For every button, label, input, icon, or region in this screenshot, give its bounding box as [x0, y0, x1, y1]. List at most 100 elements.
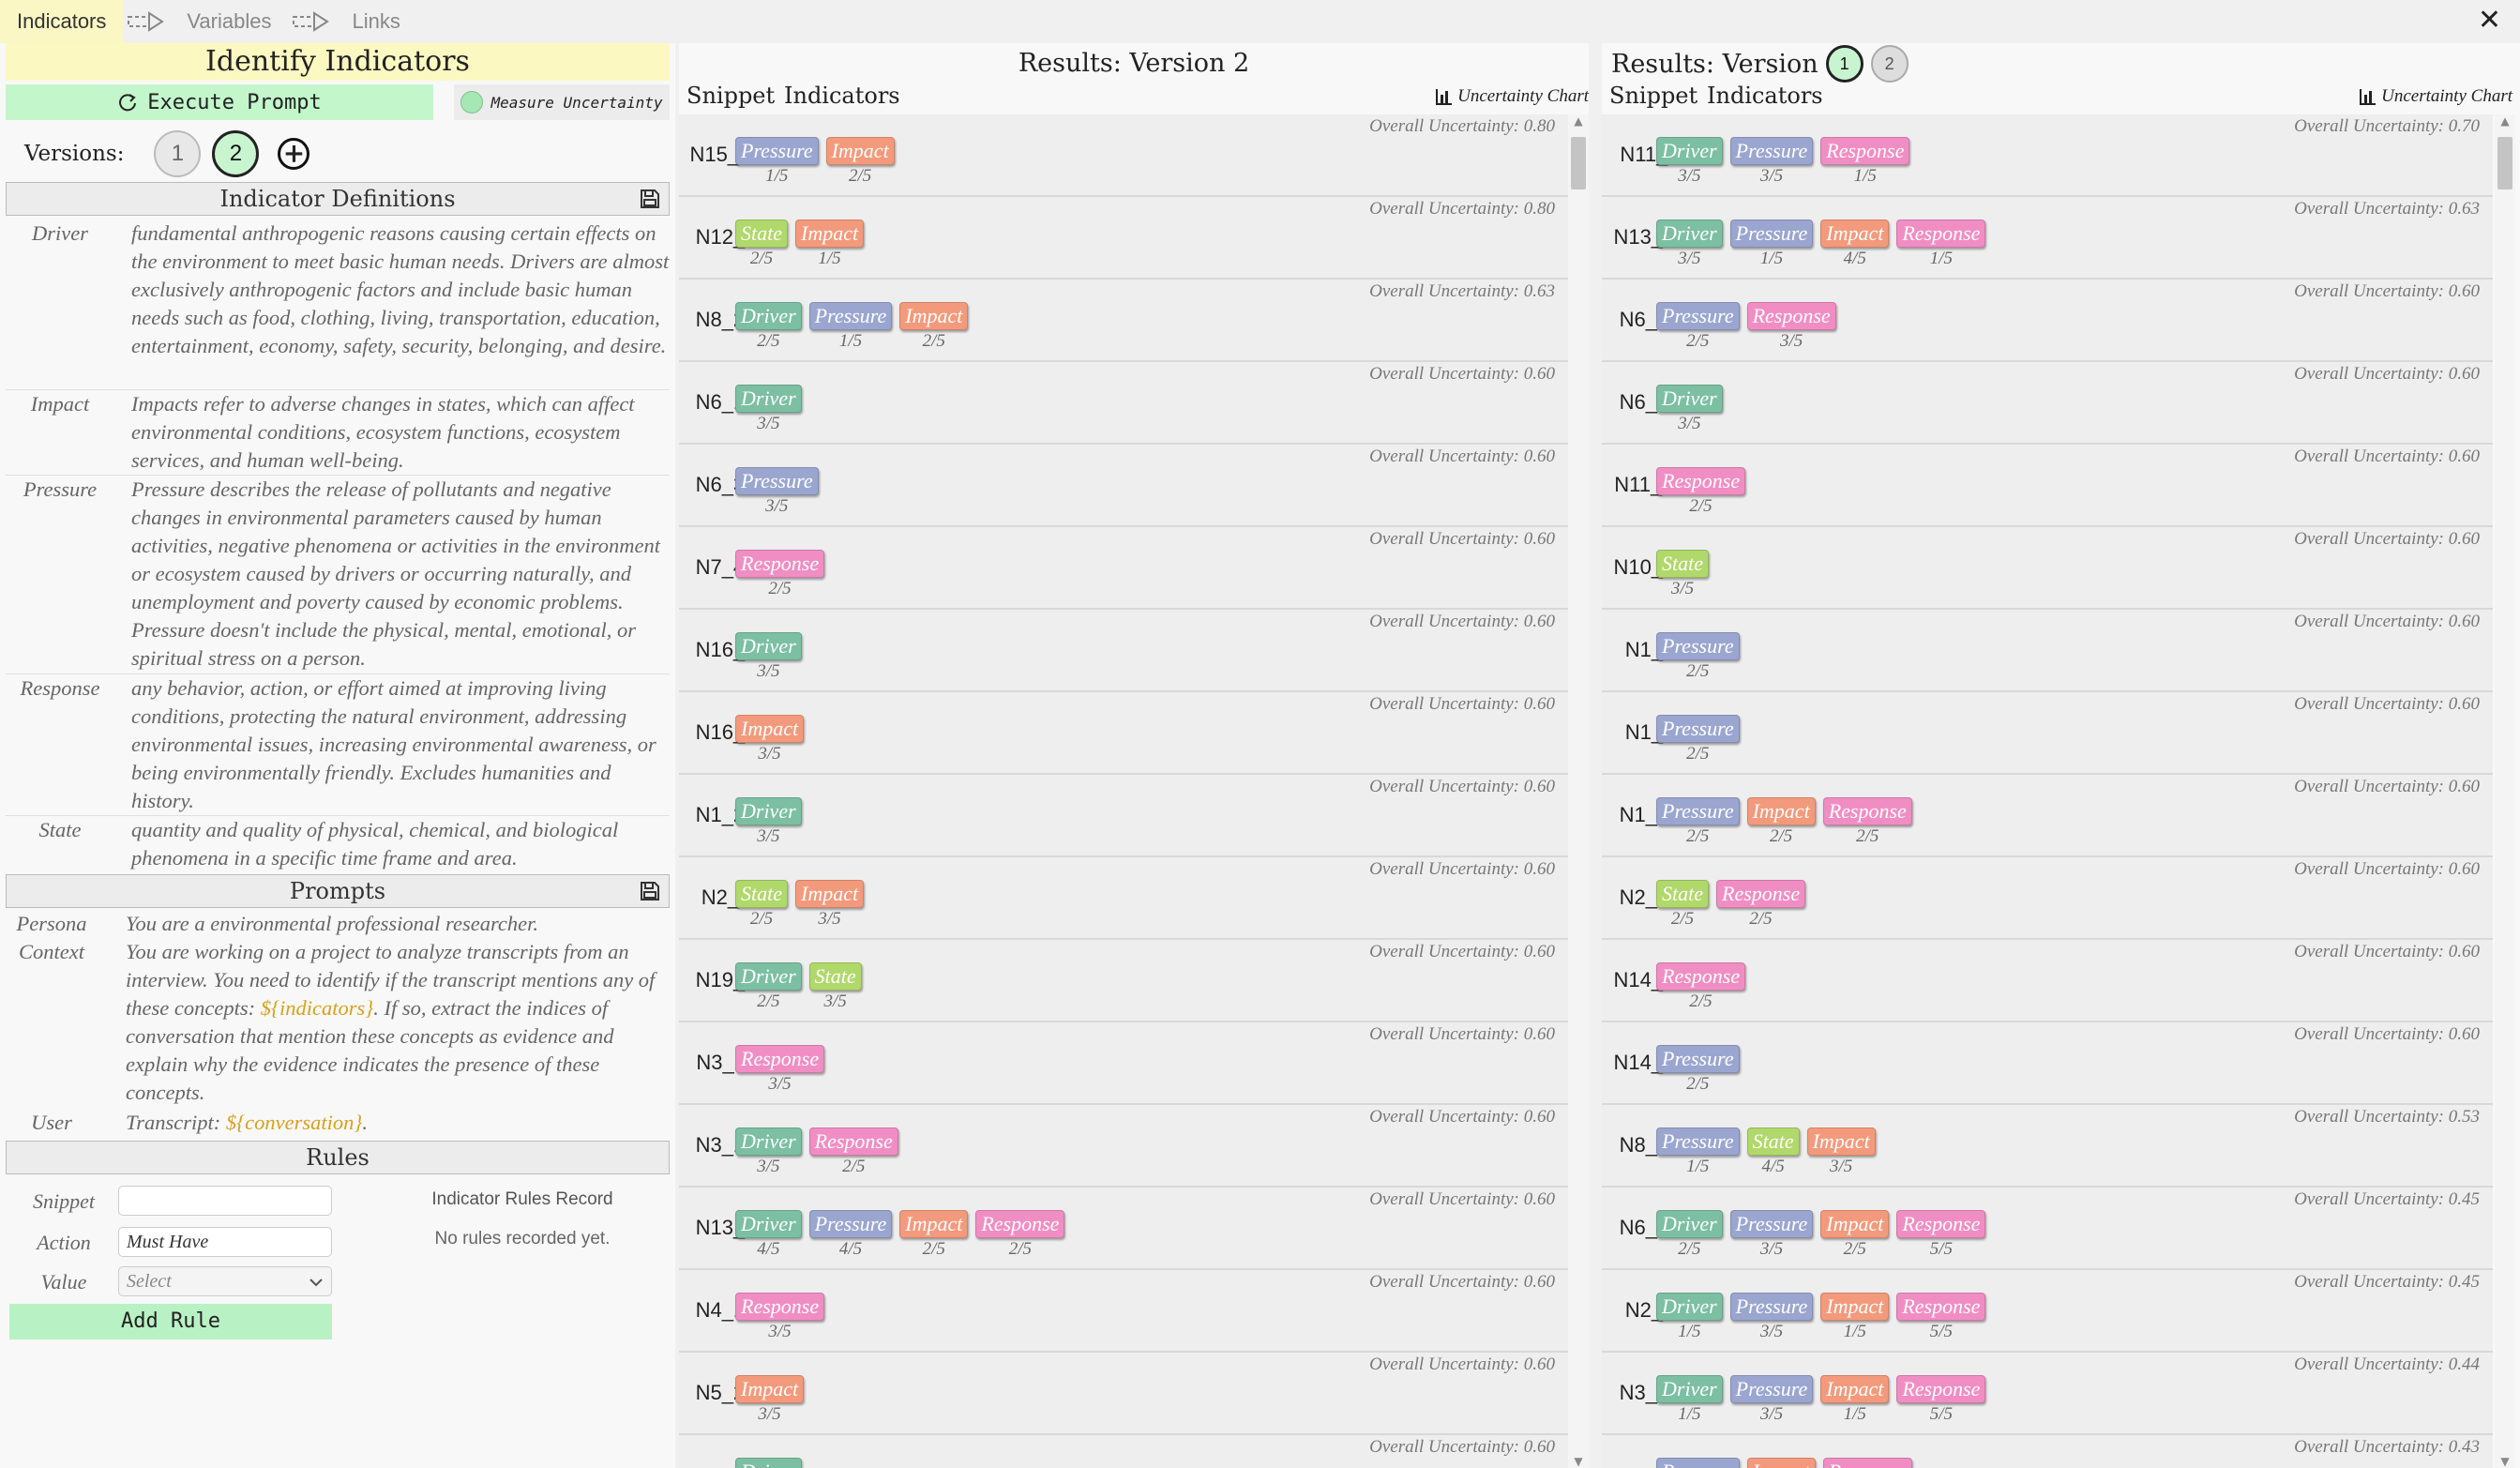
indicator-tag-driver[interactable]: Driver [1656, 385, 1723, 413]
indicator-tag-driver[interactable]: Driver [735, 1127, 802, 1156]
indicator-tag-state[interactable]: State [1656, 880, 1709, 908]
close-icon[interactable]: ✕ [2478, 4, 2501, 37]
result-row[interactable]: Overall Uncertainty: 0.60 N7_42 Response 2/… [679, 527, 1568, 610]
indicator-tag-impact[interactable]: Impact [1820, 1293, 1890, 1321]
indicator-tag-impact[interactable]: Impact [1820, 1210, 1890, 1238]
prompt-text[interactable]: You are a environmental professional res… [126, 910, 681, 938]
indicator-tag-driver[interactable]: Driver [1656, 219, 1723, 248]
save-icon[interactable] [639, 880, 661, 902]
indicator-tag-pressure[interactable]: Pressure [1729, 219, 1814, 248]
indicator-tag-state[interactable]: State [735, 880, 788, 908]
result-row[interactable]: Overall Uncertainty: 0.60 N6_36 Driver 3/5 [1602, 362, 2493, 445]
result-row[interactable]: Overall Uncertainty: 0.80 N12_2 State 2/5 Im… [679, 197, 1568, 280]
indicator-tag-response[interactable]: Response [1822, 797, 1912, 825]
indicator-tag-state[interactable]: State [735, 219, 788, 248]
indicator-tag-response[interactable]: Response [1656, 962, 1746, 991]
indicator-tag-pressure[interactable]: Pressure [1729, 137, 1814, 165]
prompt-text[interactable]: Transcript: ${conversation}. [126, 1109, 681, 1137]
indicator-tag-impact[interactable]: Impact [899, 1210, 969, 1238]
indicator-tag-state[interactable]: State [1656, 550, 1709, 578]
indicator-tag-impact[interactable]: Impact [735, 1375, 805, 1403]
indicator-tag-pressure[interactable]: Pressure [735, 467, 819, 495]
result-row[interactable]: Overall Uncertainty: 0.60 N14_34 Response 2… [1602, 940, 2493, 1022]
result-row[interactable]: Overall Uncertainty: 0.80 N15_27 Pressure 1… [679, 114, 1568, 197]
indicator-tag-response[interactable]: Response [1656, 467, 1746, 495]
indicator-tag-response[interactable]: Response [808, 1127, 898, 1156]
indicator-tag-pressure[interactable]: Pressure [1729, 1293, 1814, 1321]
indicator-tag-impact[interactable]: Impact [825, 137, 895, 165]
scroll-up-icon[interactable]: ▲ [1568, 114, 1589, 128]
indicator-tag-pressure[interactable]: Pressure [1656, 1127, 1740, 1156]
indicator-tag-pressure[interactable]: Pressure [735, 137, 819, 165]
save-icon[interactable] [639, 188, 661, 210]
indicator-tag-impact[interactable]: Impact [1746, 1458, 1816, 1468]
indicator-tag-impact[interactable]: Impact [795, 880, 865, 908]
scroll-down-icon[interactable]: ▼ [2495, 1455, 2515, 1468]
result-row[interactable]: Overall Uncertainty: 0.43 Pressure Impact R… [1602, 1435, 2493, 1468]
indicator-tag-state[interactable]: State [1746, 1127, 1800, 1156]
indicator-tag-impact[interactable]: Impact [795, 219, 865, 248]
result-row[interactable]: Overall Uncertainty: 0.60 N2_1 State 2/5 Imp… [679, 857, 1568, 940]
add-version-icon[interactable]: + [278, 138, 310, 170]
indicator-tag-driver[interactable]: Driver [735, 302, 802, 330]
tab-indicators[interactable]: Indicators [0, 0, 124, 43]
scroll-down-icon[interactable]: ▼ [1568, 1455, 1589, 1468]
indicator-tag-impact[interactable]: Impact [735, 715, 805, 743]
indicator-tag-state[interactable]: State [808, 962, 862, 991]
result-row[interactable]: Overall Uncertainty: 0.60 N1_23 Driver 3/5 [679, 775, 1568, 857]
tab-variables[interactable]: Variables [170, 0, 288, 43]
indicator-tag-driver[interactable]: Driver [1656, 137, 1723, 165]
tab-links[interactable]: Links [335, 0, 416, 43]
scrollbar-thumb[interactable] [1571, 137, 1586, 189]
indicator-tag-pressure[interactable]: Pressure [1656, 1458, 1740, 1468]
result-row[interactable]: Overall Uncertainty: 0.70 N11_2 Driver 3/5 P… [1602, 114, 2493, 197]
indicator-tag-impact[interactable]: Impact [1806, 1127, 1876, 1156]
version-1-chip[interactable]: 1 [1825, 45, 1864, 83]
indicator-tag-impact[interactable]: Impact [1820, 1375, 1890, 1403]
indicator-tag-driver[interactable]: Driver [735, 1210, 802, 1238]
result-row[interactable]: Overall Uncertainty: 0.60 N3_18 Driver 3/5 R… [679, 1105, 1568, 1188]
scroll-up-icon[interactable]: ▲ [2495, 114, 2515, 128]
indicator-tag-pressure[interactable]: Pressure [1656, 715, 1740, 743]
indicator-tag-pressure[interactable]: Pressure [808, 302, 893, 330]
indicator-tag-response[interactable]: Response [1746, 302, 1836, 330]
indicator-tag-response[interactable]: Response [1716, 880, 1806, 908]
indicator-tag-pressure[interactable]: Pressure [1729, 1375, 1814, 1403]
result-row[interactable]: Overall Uncertainty: 0.60 N19_3 Driver 2/5 S… [679, 940, 1568, 1022]
result-row[interactable]: Overall Uncertainty: 0.60 N5_22 Impact 3/5 [679, 1353, 1568, 1435]
indicator-tag-driver[interactable]: Driver [735, 632, 802, 660]
result-row[interactable]: Overall Uncertainty: 0.60 N1_6 Pressure 2/5 [1602, 692, 2493, 775]
indicator-tag-response[interactable]: Response [1896, 1210, 1986, 1238]
measure-uncertainty-toggle[interactable]: Measure Uncertainty [454, 84, 670, 120]
version-1-button[interactable]: 1 [154, 130, 202, 177]
uncertainty-chart-button[interactable]: Uncertainty Chart [2359, 86, 2512, 107]
indicator-tag-driver[interactable]: Driver [735, 797, 802, 825]
result-row[interactable]: Overall Uncertainty: 0.60 N4_10 Response 3/… [679, 1270, 1568, 1353]
result-row[interactable]: Overall Uncertainty: 0.53 N8_35 Pressure 1/… [1602, 1105, 2493, 1188]
result-row[interactable]: Overall Uncertainty: 0.60 N14_37 Pressure 2… [1602, 1022, 2493, 1105]
indicator-tag-driver[interactable]: Driver [1656, 1375, 1723, 1403]
prompt-text[interactable]: You are working on a project to analyze … [126, 938, 681, 1107]
version-2-chip[interactable]: 2 [1870, 45, 1909, 83]
result-row[interactable]: Overall Uncertainty: 0.60 N6_33 Pressure 3/… [679, 445, 1568, 527]
scrollbar[interactable]: ▲ ▼ [1568, 114, 1589, 1468]
result-row[interactable]: Overall Uncertainty: 0.60 N13_3 Driver 4/5 P… [679, 1188, 1568, 1270]
result-row[interactable]: Overall Uncertainty: 0.60 N16_6 Impact 3/5 [679, 692, 1568, 775]
result-row[interactable]: Overall Uncertainty: 0.60 N10_17 State 3/5 [1602, 527, 2493, 610]
indicator-tag-response[interactable]: Response [735, 550, 825, 578]
result-row[interactable]: Overall Uncertainty: 0.63 N8_26 Driver 2/5 P… [679, 280, 1568, 362]
indicator-tag-pressure[interactable]: Pressure [1656, 632, 1740, 660]
result-row[interactable]: Overall Uncertainty: 0.60 N6_17 Driver 3/5 [679, 362, 1568, 445]
indicator-tag-response[interactable]: Response [1820, 137, 1910, 165]
indicator-tag-impact[interactable]: Impact [899, 302, 969, 330]
indicator-tag-driver[interactable]: Driver [735, 1458, 802, 1468]
indicator-tag-response[interactable]: Response [1896, 1375, 1986, 1403]
result-row[interactable]: Overall Uncertainty: 0.60 Driver [679, 1435, 1568, 1468]
execute-prompt-button[interactable]: Execute Prompt [6, 84, 433, 120]
indicator-tag-pressure[interactable]: Pressure [808, 1210, 893, 1238]
value-select[interactable]: Select [118, 1266, 332, 1296]
scrollbar[interactable]: ▲ ▼ [2495, 114, 2515, 1468]
result-row[interactable]: Overall Uncertainty: 0.60 N16_3 Driver 3/5 [679, 610, 1568, 692]
indicator-tag-impact[interactable]: Impact [1820, 219, 1890, 248]
indicator-tag-pressure[interactable]: Pressure [1656, 1045, 1740, 1073]
